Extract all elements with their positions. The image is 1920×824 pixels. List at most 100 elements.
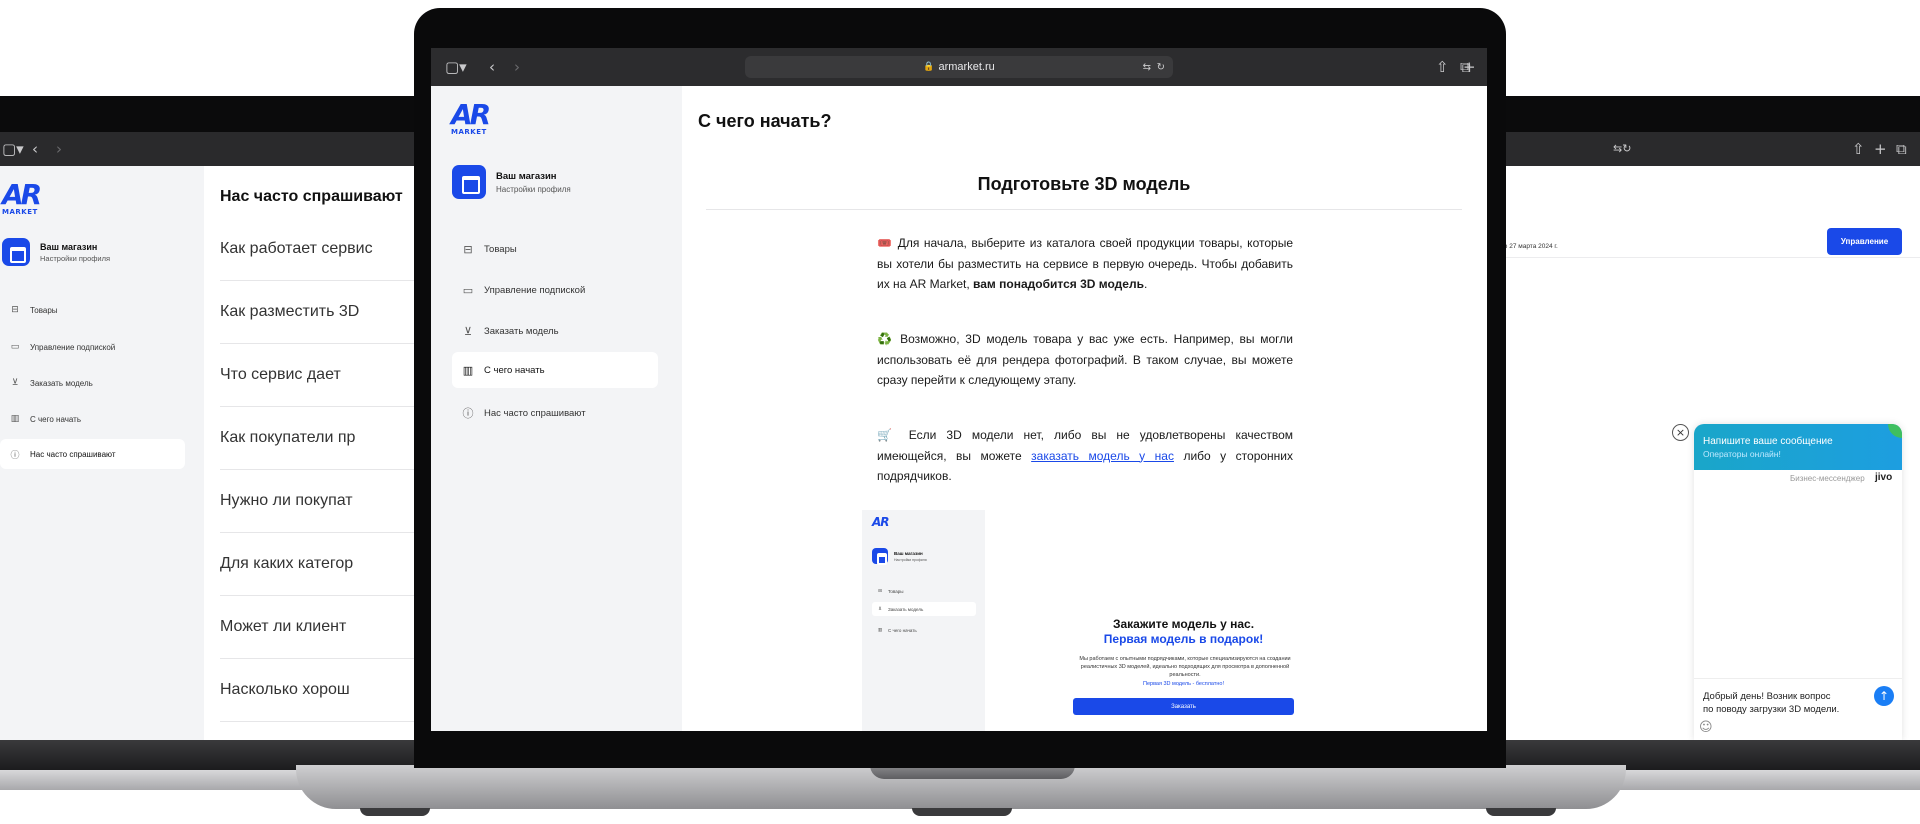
manage-button[interactable]: Управление xyxy=(1827,228,1902,255)
sidebar: AR MARKET Ваш магазин Настройки профиля ⊟… xyxy=(431,86,682,731)
map-icon: ▥ xyxy=(877,627,883,633)
forward-arrow-icon[interactable]: › xyxy=(514,48,520,86)
cart-icon: ⊻ xyxy=(878,606,882,612)
sidebar-item-faq[interactable]: ⓘ Нас часто спрашивают xyxy=(0,439,185,469)
divider xyxy=(220,595,420,596)
chat-header xyxy=(1694,424,1902,470)
divider xyxy=(1694,678,1902,679)
tabs-overview-icon[interactable]: ⧉ xyxy=(1896,132,1907,166)
card-icon: ▭ xyxy=(10,342,20,352)
close-icon[interactable]: × xyxy=(1672,424,1689,441)
preview-logo: AR xyxy=(872,515,890,529)
laptop-foot xyxy=(912,808,1012,816)
share-icon[interactable]: ⇧ xyxy=(1852,132,1865,166)
reload-icon[interactable]: ↻ xyxy=(1157,62,1165,73)
preview-headline: Закажите модель у нас. xyxy=(1112,617,1255,631)
preview-store-name: Ваш магазин xyxy=(894,551,923,556)
sidebar-toggle-icon[interactable]: ▢▾ xyxy=(445,48,467,86)
divider xyxy=(220,721,420,722)
brand-logo[interactable]: AR MARKET xyxy=(451,101,491,137)
sidebar-item-getting-started[interactable]: ▥ С чего начать xyxy=(452,352,658,388)
sidebar-item-products[interactable]: ⊟ Товары xyxy=(452,234,658,264)
preview-headline-gift: Первая модель в подарок! xyxy=(1103,632,1264,646)
recycle-icon: ♻️ xyxy=(877,332,895,346)
store-name: Ваш магазин xyxy=(40,242,98,252)
store-settings-link[interactable]: Настройки профиля xyxy=(496,185,571,194)
url-text: armarket.ru xyxy=(938,61,995,73)
map-icon: ▥ xyxy=(10,414,20,424)
faq-item[interactable]: Насколько хорош xyxy=(220,681,420,699)
store-icon xyxy=(2,238,30,266)
sidebar-item-order-model[interactable]: ⊻ Заказать модель xyxy=(452,316,658,346)
faq-item[interactable]: Как покупатели пр xyxy=(220,429,420,447)
chat-message-input[interactable]: Добрый день! Возник вопрос по поводу заг… xyxy=(1703,690,1843,716)
store-icon xyxy=(452,165,486,199)
tabs-overview-icon[interactable]: ⧉ xyxy=(1460,48,1471,86)
divider xyxy=(220,280,420,281)
faq-item[interactable]: Для каких категор xyxy=(220,555,420,573)
lock-icon: 🔒 xyxy=(923,62,935,72)
page-title: С чего начать? xyxy=(698,111,832,131)
faq-item[interactable]: Может ли клиент xyxy=(220,618,420,636)
new-tab-icon[interactable]: + xyxy=(1874,132,1887,166)
sidebar-item-subscription[interactable]: ▭ Управление подпиской xyxy=(452,275,658,305)
back-arrow-icon[interactable]: ‹ xyxy=(489,48,495,86)
preview-store-icon xyxy=(872,548,888,565)
address-bar[interactable]: 🔒 armarket.ru ⇆ ↻ xyxy=(745,56,1173,78)
cart-icon: ⊻ xyxy=(11,378,19,388)
preview-store-sub: Настройки профиля xyxy=(894,558,927,562)
page-title: Нас часто спрашивают xyxy=(220,188,403,205)
translate-icon[interactable]: ⇆ xyxy=(1143,62,1151,73)
emoji-icon[interactable]: ☺ xyxy=(1699,720,1713,735)
divider xyxy=(220,343,420,344)
preview-free-offer: Первая 3D модель - бесплатно! xyxy=(1143,681,1224,687)
jivo-logo[interactable]: jivo xyxy=(1875,472,1892,483)
chat-title: Напишите ваше сообщение xyxy=(1703,436,1833,447)
question-icon: ⓘ xyxy=(10,450,20,461)
sidebar-item-getting-started[interactable]: ▥ С чего начать xyxy=(0,408,185,430)
brand-logo[interactable]: AR MARKET xyxy=(2,181,42,217)
preview-sidebar: AR Ваш магазин Настройки профиля ⊟ Товары… xyxy=(862,510,985,731)
translate-icon[interactable]: ⇆↻ xyxy=(1613,132,1631,166)
faq-item[interactable]: Нужно ли покупат xyxy=(220,492,420,510)
forward-arrow-icon[interactable]: › xyxy=(56,132,62,166)
share-icon[interactable]: ⇧ xyxy=(1436,48,1449,86)
paragraph-order-model: 🛒 Если 3D модели нет, либо вы не удовлет… xyxy=(877,428,1294,483)
question-icon: ⓘ xyxy=(462,407,474,420)
chat-brand-label: Бизнес-мессенджер xyxy=(1790,474,1865,483)
subscription-notice: до 27 марта 2024 г. xyxy=(1500,243,1558,250)
divider xyxy=(220,532,420,533)
cart-icon: 🛒 xyxy=(877,428,899,442)
sidebar-item-order-model[interactable]: ⊻ Заказать модель xyxy=(0,372,185,394)
preview-nav-item: ▥ С чего начать xyxy=(872,624,976,636)
box-icon: ⊟ xyxy=(878,588,882,594)
sidebar-item-products[interactable]: ⊟ Товары xyxy=(0,299,185,321)
chat-status: Операторы онлайн! xyxy=(1703,449,1781,459)
divider xyxy=(220,658,420,659)
card-icon: ▭ xyxy=(462,283,474,297)
order-model-link[interactable]: заказать модель у нас xyxy=(1031,449,1174,463)
laptop-foot xyxy=(1486,808,1556,816)
divider xyxy=(220,469,420,470)
map-icon: ▥ xyxy=(462,363,474,377)
preview-nav-item: ⊟ Товары xyxy=(872,585,976,597)
step-title: Подготовьте 3D модель xyxy=(977,174,1191,194)
paragraph-intro: 🎟️ Для начала, выберите из каталога свое… xyxy=(877,236,1293,291)
back-sidebar: AR MARKET Ваш магазин Настройки профиля ⊟… xyxy=(0,166,204,740)
faq-item[interactable]: Что сервис дает xyxy=(220,366,420,384)
ticket-icon: 🎟️ xyxy=(877,236,894,250)
sidebar-toggle-icon[interactable]: ▢▾ xyxy=(2,132,24,166)
faq-item[interactable]: Как работает сервис xyxy=(220,240,420,258)
box-icon: ⊟ xyxy=(463,242,473,256)
store-name: Ваш магазин xyxy=(496,171,557,182)
back-arrow-icon[interactable]: ‹ xyxy=(32,132,38,166)
faq-item[interactable]: Как разместить 3D xyxy=(220,303,420,321)
store-settings-link[interactable]: Настройки профиля xyxy=(40,254,110,263)
sidebar-item-faq[interactable]: ⓘ Нас часто спрашивают xyxy=(452,398,658,428)
sidebar-item-subscription[interactable]: ▭ Управление подпиской xyxy=(0,336,185,358)
preview-body: Мы работаем с опытными подрядчиками, кот… xyxy=(1079,656,1291,678)
divider xyxy=(706,209,1462,210)
send-icon[interactable]: ↑ xyxy=(1874,686,1894,706)
preview-nav-item: ⊻ Заказать модель xyxy=(872,602,976,616)
paragraph-existing-model: ♻️ Возможно, 3D модель товара у вас уже … xyxy=(877,332,1293,387)
